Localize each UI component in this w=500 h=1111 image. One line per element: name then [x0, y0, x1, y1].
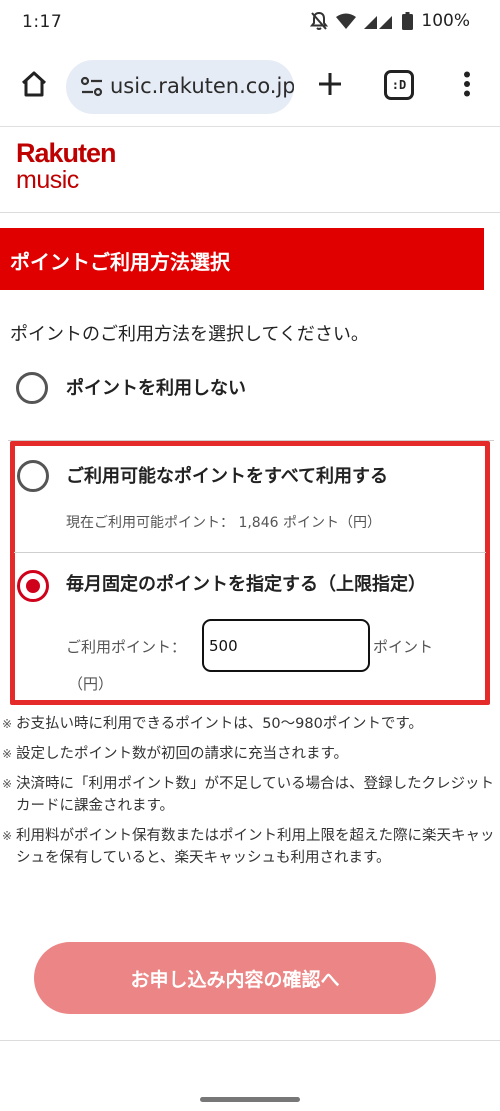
note-mark: ※: [2, 717, 13, 731]
note-item: ※ 決済時に「利用ポイント数」が不足している場合は、登録したクレジットカードに課…: [2, 773, 498, 817]
logo-music-text: music: [16, 166, 79, 194]
browser-toolbar: usic.rakuten.co.jp :D: [0, 48, 500, 126]
home-icon: [19, 69, 49, 103]
radio-use-all-points[interactable]: [17, 460, 49, 492]
points-input[interactable]: [202, 619, 370, 672]
note-mark: ※: [2, 747, 13, 761]
note-item: ※ お支払い時に利用できるポイントは、50〜980ポイントです。: [2, 713, 498, 735]
note-item: ※ 利用料がポイント保有数またはポイント利用上限を超えた際に楽天キャッシュを保有…: [2, 825, 498, 869]
mute-icon: [310, 11, 329, 31]
note-text: お支払い時に利用できるポイントは、50〜980ポイントです。: [16, 716, 423, 732]
note-text: 利用料がポイント保有数またはポイント利用上限を超えた際に楽天キャッシュを保有して…: [16, 828, 495, 866]
tune-icon[interactable]: [80, 76, 104, 102]
option-no-points-label[interactable]: ポイントを利用しない: [66, 374, 246, 400]
status-time: 1:17: [22, 12, 63, 32]
radio-fixed-points[interactable]: [17, 570, 49, 602]
points-unit-yen-label: （円）: [68, 675, 114, 693]
rakuten-music-logo[interactable]: Rakuten music: [16, 138, 117, 194]
plus-icon: [317, 71, 343, 101]
radio-no-points[interactable]: [16, 372, 48, 404]
note-text: 設定したポイント数が初回の請求に充当されます。: [16, 746, 349, 762]
options-divider: [14, 552, 486, 553]
home-button[interactable]: [16, 68, 52, 104]
browser-menu-button[interactable]: [450, 68, 484, 104]
notes-list: ※ お支払い時に利用できるポイントは、50〜980ポイントです。 ※ 設定したポ…: [2, 713, 498, 877]
radio-selected-dot: [26, 579, 40, 593]
page-title: ポイントご利用方法選択: [10, 250, 230, 274]
signal-icon: [364, 13, 394, 29]
note-text: 決済時に「利用ポイント数」が不足している場合は、登録したクレジットカードに課金さ…: [16, 776, 495, 814]
confirm-application-button[interactable]: お申し込み内容の確認へ: [34, 942, 436, 1014]
tab-switcher-button[interactable]: :D: [384, 70, 414, 100]
note-item: ※ 設定したポイント数が初回の請求に充当されます。: [2, 743, 498, 765]
url-text: usic.rakuten.co.jp: [110, 74, 294, 98]
battery-percent: 100%: [421, 11, 470, 31]
page-title-bar: ポイントご利用方法選択: [0, 228, 484, 290]
note-mark: ※: [2, 777, 13, 791]
points-input-label: ご利用ポイント：: [66, 638, 187, 656]
available-points-text: 現在ご利用可能ポイント： 1,846 ポイント（円）: [66, 515, 381, 531]
status-bar: 1:17 100%: [0, 0, 500, 48]
gesture-bar[interactable]: [200, 1097, 300, 1102]
option-fixed-points-label[interactable]: 毎月固定のポイントを指定する（上限指定）: [66, 570, 426, 596]
points-unit-label: ポイント: [373, 638, 434, 656]
header-divider: [0, 212, 500, 213]
url-bar[interactable]: usic.rakuten.co.jp: [66, 60, 294, 114]
logo-rakuten-text: Rakuten: [16, 138, 117, 168]
status-icons: 100%: [310, 11, 470, 31]
instruction-text: ポイントのご利用方法を選択してください。: [10, 324, 369, 345]
battery-icon: [402, 12, 414, 30]
bottom-divider: [0, 1040, 500, 1041]
more-vert-icon: [463, 71, 471, 101]
new-tab-button[interactable]: [312, 68, 348, 104]
note-mark: ※: [2, 829, 13, 843]
wifi-icon: [336, 13, 357, 29]
option-use-all-points-label[interactable]: ご利用可能なポイントをすべて利用する: [66, 462, 388, 488]
toolbar-divider: [0, 126, 500, 127]
